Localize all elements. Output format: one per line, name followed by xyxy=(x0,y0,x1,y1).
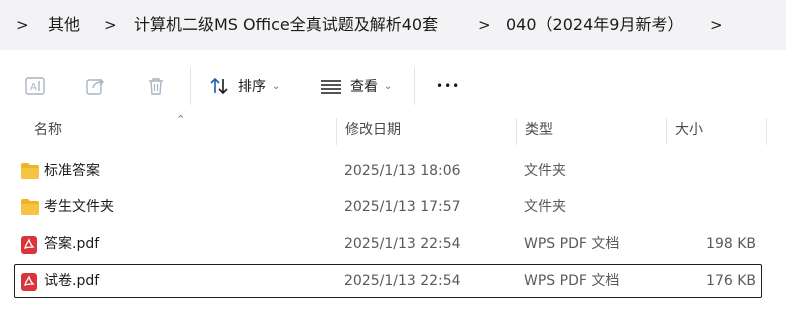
breadcrumb-item-current[interactable]: 040（2024年9月新考） xyxy=(506,14,683,36)
breadcrumb-chevron-icon[interactable]: > xyxy=(16,14,29,36)
toolbar-divider xyxy=(190,67,191,105)
trash-icon xyxy=(149,78,163,95)
file-row[interactable]: 答案.pdf 2025/1/13 22:54 WPS PDF 文档 198 KB xyxy=(14,227,762,261)
column-divider[interactable] xyxy=(336,118,337,145)
column-header-type[interactable]: 类型 xyxy=(525,115,553,145)
sort-icon xyxy=(210,77,228,95)
chevron-down-icon: ⌄ xyxy=(384,80,393,92)
file-row-selected[interactable]: 试卷.pdf 2025/1/13 22:54 WPS PDF 文档 176 KB xyxy=(14,264,762,298)
view-label: 查看 xyxy=(350,79,378,95)
view-button[interactable]: 查看 ⌄ xyxy=(320,71,392,101)
pdf-icon xyxy=(21,236,37,254)
breadcrumb: > 其他 > 计算机二级MS Office全真试题及解析40套 > 040（20… xyxy=(0,0,786,50)
file-row[interactable]: 考生文件夹 2025/1/13 17:57 文件夹 xyxy=(14,190,762,224)
file-size: 176 KB xyxy=(706,273,756,289)
file-modified: 2025/1/13 17:57 xyxy=(344,199,461,215)
file-type: 文件夹 xyxy=(524,199,566,215)
file-name: 试卷.pdf xyxy=(44,273,100,289)
column-header-modified[interactable]: 修改日期 xyxy=(345,115,401,145)
view-icon xyxy=(321,80,341,94)
file-name: 答案.pdf xyxy=(44,236,100,252)
file-size: 198 KB xyxy=(706,236,756,252)
column-header-name[interactable]: 名称 xyxy=(34,115,62,145)
breadcrumb-item-other[interactable]: 其他 xyxy=(48,14,80,36)
file-modified: 2025/1/13 18:06 xyxy=(344,163,461,179)
share-icon xyxy=(86,78,104,95)
file-name: 考生文件夹 xyxy=(44,199,114,215)
folder-icon xyxy=(21,199,39,215)
file-type: 文件夹 xyxy=(524,163,566,179)
svg-text:A: A xyxy=(30,82,37,93)
command-bar: A 排序 ⌄ 查看 ⌄ ••• xyxy=(0,57,786,116)
pdf-icon xyxy=(21,273,37,291)
folder-icon xyxy=(21,163,39,179)
column-header-row: ⌃ 名称 修改日期 类型 大小 xyxy=(0,113,786,145)
more-options-button[interactable]: ••• xyxy=(436,71,460,101)
sort-button[interactable]: 排序 ⌄ xyxy=(208,71,280,101)
column-divider[interactable] xyxy=(766,118,767,145)
column-divider[interactable] xyxy=(516,118,517,145)
file-modified: 2025/1/13 22:54 xyxy=(344,236,461,252)
column-header-size[interactable]: 大小 xyxy=(675,115,703,145)
file-row[interactable]: 标准答案 2025/1/13 18:06 文件夹 xyxy=(14,154,762,188)
file-name: 标准答案 xyxy=(44,163,100,179)
file-type: WPS PDF 文档 xyxy=(524,273,620,289)
chevron-down-icon: ⌄ xyxy=(272,80,281,92)
sort-ascending-icon: ⌃ xyxy=(176,113,186,126)
rename-button[interactable]: A xyxy=(24,71,46,101)
file-type: WPS PDF 文档 xyxy=(524,236,620,252)
toolbar-divider xyxy=(414,67,415,105)
file-modified: 2025/1/13 22:54 xyxy=(344,273,461,289)
delete-button[interactable] xyxy=(145,71,167,101)
rename-icon: A xyxy=(25,77,45,95)
column-divider[interactable] xyxy=(666,118,667,145)
breadcrumb-item-series[interactable]: 计算机二级MS Office全真试题及解析40套 xyxy=(134,14,438,36)
share-button[interactable] xyxy=(85,71,107,101)
breadcrumb-separator[interactable]: > xyxy=(104,14,117,36)
breadcrumb-expand-separator[interactable]: > xyxy=(710,14,723,36)
more-icon: ••• xyxy=(436,79,461,93)
sort-label: 排序 xyxy=(238,79,266,95)
breadcrumb-separator[interactable]: > xyxy=(478,14,491,36)
